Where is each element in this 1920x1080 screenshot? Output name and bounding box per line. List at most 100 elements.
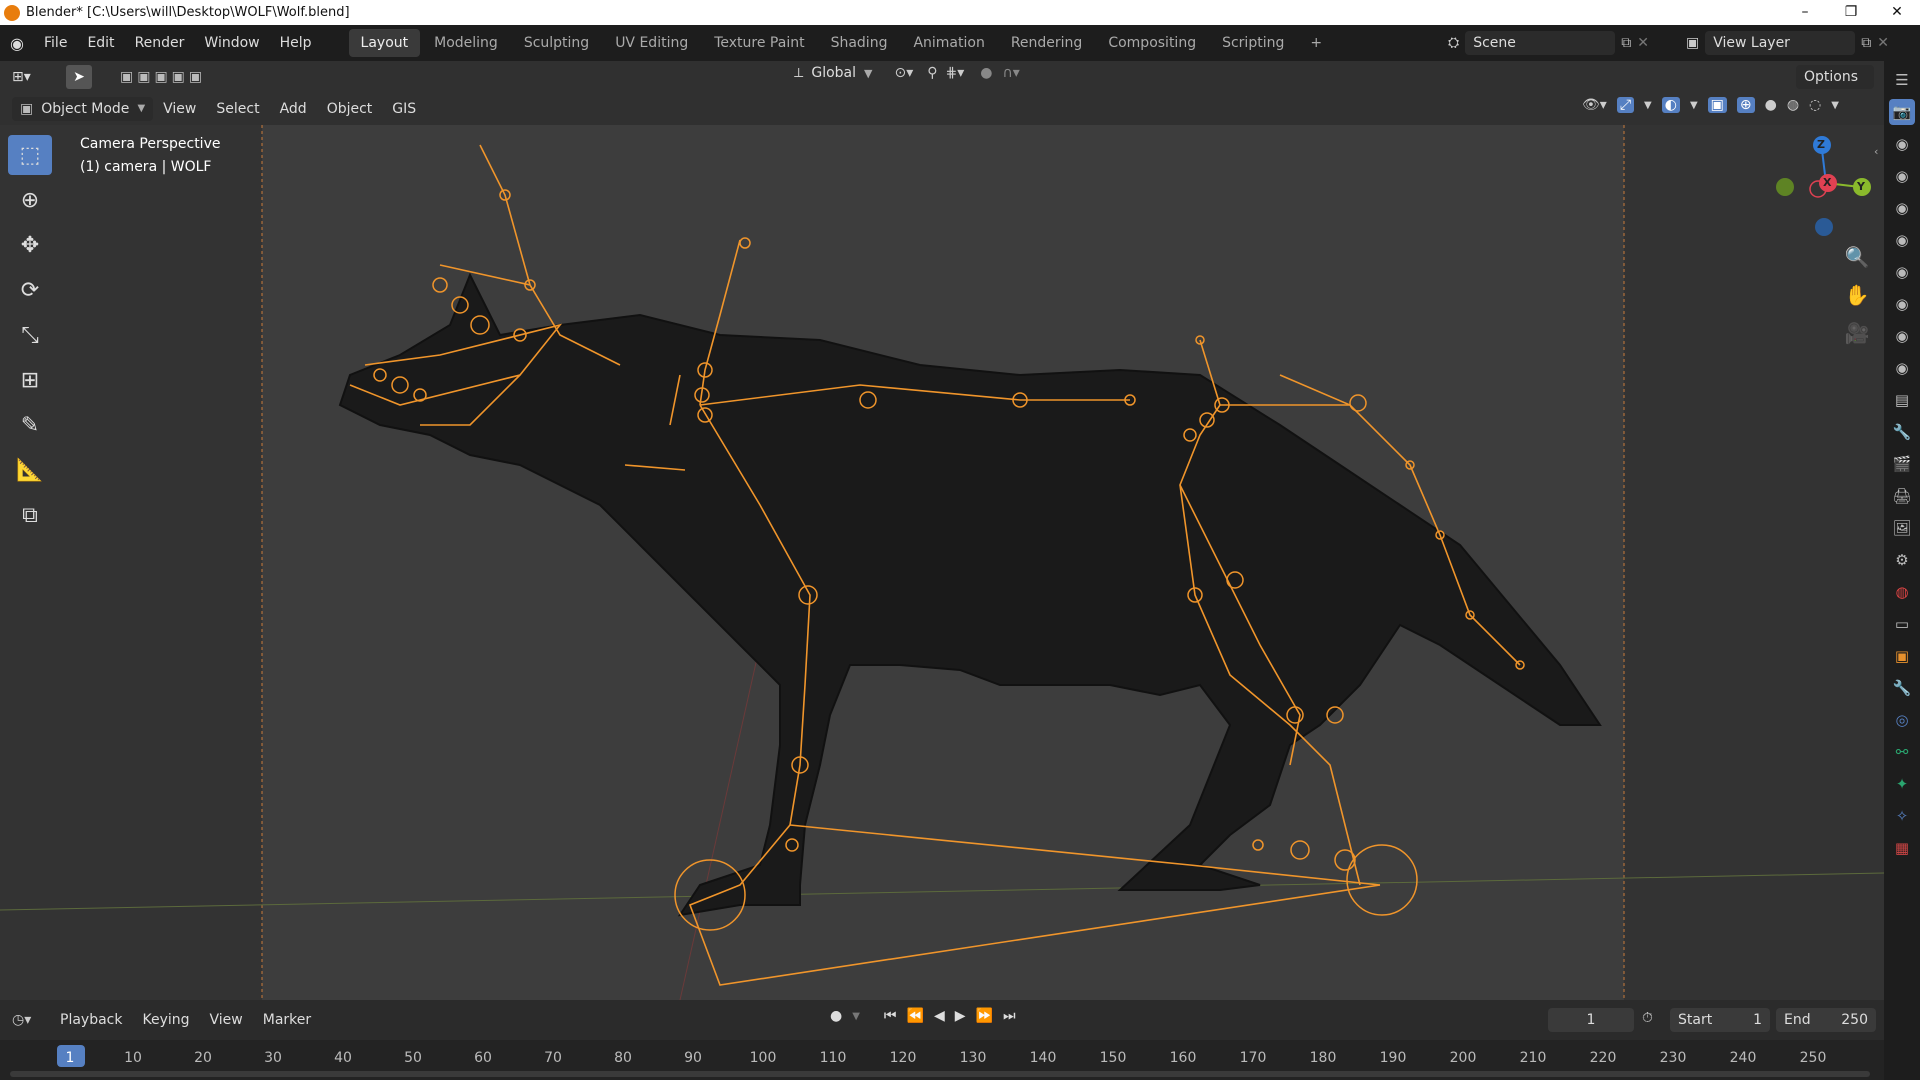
current-frame-field[interactable]: 1 [1548, 1008, 1634, 1032]
orientation-icon[interactable]: ⟂ [794, 65, 803, 81]
tab-modeling[interactable]: Modeling [422, 29, 510, 57]
texture-properties-icon[interactable]: ▦ [1889, 835, 1915, 861]
viewport-menu-add[interactable]: Add [270, 93, 317, 125]
pivot-icon[interactable]: ⊙▾ [894, 65, 913, 81]
outliner-icon[interactable]: ☰ [1889, 67, 1915, 93]
gizmo-y-label[interactable]: Y [1857, 180, 1865, 193]
tab-layout[interactable]: Layout [348, 29, 421, 57]
output-properties-icon[interactable]: 🖨 [1889, 483, 1915, 509]
timeline-menu-keying[interactable]: Keying [132, 1000, 199, 1040]
render-properties-icon[interactable]: 🎬 [1889, 451, 1915, 477]
solid-shading-icon[interactable]: ● [1765, 97, 1777, 113]
prev-keyframe-icon[interactable]: ⏪ [907, 1008, 924, 1024]
object-properties-icon[interactable]: ▣ [1889, 643, 1915, 669]
blender-menu-icon[interactable]: ◉ [0, 34, 34, 53]
tab-scripting[interactable]: Scripting [1210, 29, 1296, 57]
falloff-icon[interactable]: ∩▾ [1003, 65, 1020, 81]
editor-type-icon[interactable]: ◷▾ [12, 1012, 50, 1028]
proportional-edit-icon[interactable]: ● [980, 65, 992, 81]
add-cube-tool[interactable]: ⧉ [8, 495, 52, 535]
wireframe-shading-icon[interactable]: ⊕ [1736, 97, 1755, 113]
tab-animation[interactable]: Animation [901, 29, 996, 57]
overlays-icon[interactable]: ◐ [1661, 97, 1680, 113]
scale-tool[interactable]: ⤡ [8, 315, 52, 355]
material-shading-icon[interactable]: ◍ [1787, 97, 1799, 113]
transform-tool[interactable]: ⊞ [8, 360, 52, 400]
camera-icon[interactable]: ◉ [1889, 131, 1915, 157]
editor-type-icon[interactable]: ⊞▾ [12, 69, 52, 85]
camera-icon[interactable]: ◉ [1889, 195, 1915, 221]
view-layer-field[interactable]: View Layer [1705, 31, 1856, 55]
rendered-shading-icon[interactable]: ◌ [1809, 97, 1821, 113]
viewport-menu-object[interactable]: Object [317, 93, 383, 125]
measure-tool[interactable]: 📐 [8, 450, 52, 490]
add-workspace-button[interactable]: + [1298, 29, 1334, 57]
snap-icon[interactable]: ⚲ [927, 65, 937, 81]
move-tool[interactable]: ✥ [8, 225, 52, 265]
tool-properties-icon[interactable]: 🔧 [1889, 419, 1915, 445]
camera-icon[interactable]: ◉ [1889, 163, 1915, 189]
menu-render[interactable]: Render [125, 25, 195, 61]
chevron-down-icon[interactable]: ▼ [1644, 100, 1652, 111]
scene-field[interactable]: Scene [1465, 31, 1616, 55]
tab-shading[interactable]: Shading [819, 29, 900, 57]
new-scene-icon[interactable]: ⧉ [1621, 35, 1631, 51]
minimize-button[interactable]: – [1782, 0, 1828, 25]
visibility-icon[interactable]: 👁▾ [1582, 97, 1607, 113]
play-icon[interactable]: ▶ [955, 1008, 966, 1024]
viewport-menu-view[interactable]: View [153, 93, 206, 125]
autokey-icon[interactable]: ● [830, 1008, 842, 1024]
object-data-icon[interactable]: ✦ [1889, 771, 1915, 797]
options-dropdown[interactable]: Options [1796, 65, 1874, 89]
viewport-menu-gis[interactable]: GIS [382, 93, 426, 125]
particles-icon[interactable]: ✧ [1889, 803, 1915, 829]
timeline-menu-marker[interactable]: Marker [253, 1000, 321, 1040]
tab-rendering[interactable]: Rendering [999, 29, 1095, 57]
view-layer-icon[interactable]: ▣ [1686, 35, 1699, 51]
tab-sculpting[interactable]: Sculpting [512, 29, 601, 57]
rotate-tool[interactable]: ⟳ [8, 270, 52, 310]
delete-scene-icon[interactable]: ✕ [1637, 35, 1649, 51]
zoom-icon[interactable]: 🔍 [1842, 245, 1872, 275]
jump-start-icon[interactable]: ⏮ [884, 1008, 897, 1024]
cursor-tool[interactable]: ⊕ [8, 180, 52, 220]
next-keyframe-icon[interactable]: ⏩ [976, 1008, 993, 1024]
tab-uv-editing[interactable]: UV Editing [603, 29, 700, 57]
select-box-tool[interactable]: ⬚ [8, 135, 52, 175]
menu-edit[interactable]: Edit [77, 25, 124, 61]
orientation-dropdown[interactable]: Global [811, 65, 856, 81]
maximize-button[interactable]: ❐ [1828, 0, 1874, 25]
annotate-tool[interactable]: ✎ [8, 405, 52, 445]
jump-end-icon[interactable]: ⏭ [1003, 1008, 1016, 1024]
timer-icon[interactable]: ⏱ [1642, 1010, 1653, 1026]
properties-editor-icon[interactable]: ▤ [1889, 387, 1915, 413]
world-properties-icon[interactable]: ◍ [1889, 579, 1915, 605]
tab-texture-paint[interactable]: Texture Paint [702, 29, 816, 57]
viewport-menu-select[interactable]: Select [206, 93, 269, 125]
timeline-ruler[interactable]: 1 10 20 30 40 50 60 70 80 90 100 110 120 130 140 150 160… [0, 1040, 1884, 1080]
timeline-menu-playback[interactable]: Playback [50, 1000, 132, 1040]
timeline-menu-view[interactable]: View [200, 1000, 253, 1040]
keying-dropdown-icon[interactable]: ▼ [852, 1011, 860, 1022]
physics-properties-icon[interactable]: ◎ [1889, 707, 1915, 733]
object-constraint-icon[interactable]: ⚯ [1889, 739, 1915, 765]
menu-help[interactable]: Help [270, 25, 322, 61]
close-button[interactable]: ✕ [1874, 0, 1920, 25]
scene-icon[interactable]: ⛭ [1448, 35, 1459, 51]
sidebar-toggle-icon[interactable]: ‹ [1874, 145, 1878, 158]
timeline-scrollbar[interactable] [10, 1071, 1870, 1077]
camera-icon[interactable]: ◉ [1889, 355, 1915, 381]
gizmo-z-label[interactable]: Z [1817, 138, 1825, 151]
mode-dropdown[interactable]: ▣ Object Mode ▼ [12, 97, 154, 121]
snap-target-icon[interactable]: ⋕▾ [946, 65, 965, 81]
pan-hand-icon[interactable]: ✋ [1842, 283, 1872, 313]
camera-icon[interactable]: ◉ [1889, 259, 1915, 285]
collection-properties-icon[interactable]: ▭ [1889, 611, 1915, 637]
gizmo-toggle-icon[interactable]: ⤢ [1616, 97, 1635, 113]
gizmo-x-label[interactable]: X [1823, 176, 1831, 189]
camera-icon[interactable]: 📷 [1889, 99, 1915, 125]
view-layer-properties-icon[interactable]: 🖼 [1889, 515, 1915, 541]
camera-icon[interactable]: ◉ [1889, 227, 1915, 253]
chevron-down-icon[interactable]: ▼ [1831, 100, 1839, 111]
3d-viewport[interactable]: X Y Z ⬚ ⊕ ✥ ⟳ ⤡ ⊞ ✎ 📐 ⧉ Camera Perspecti… [0, 125, 1884, 1000]
